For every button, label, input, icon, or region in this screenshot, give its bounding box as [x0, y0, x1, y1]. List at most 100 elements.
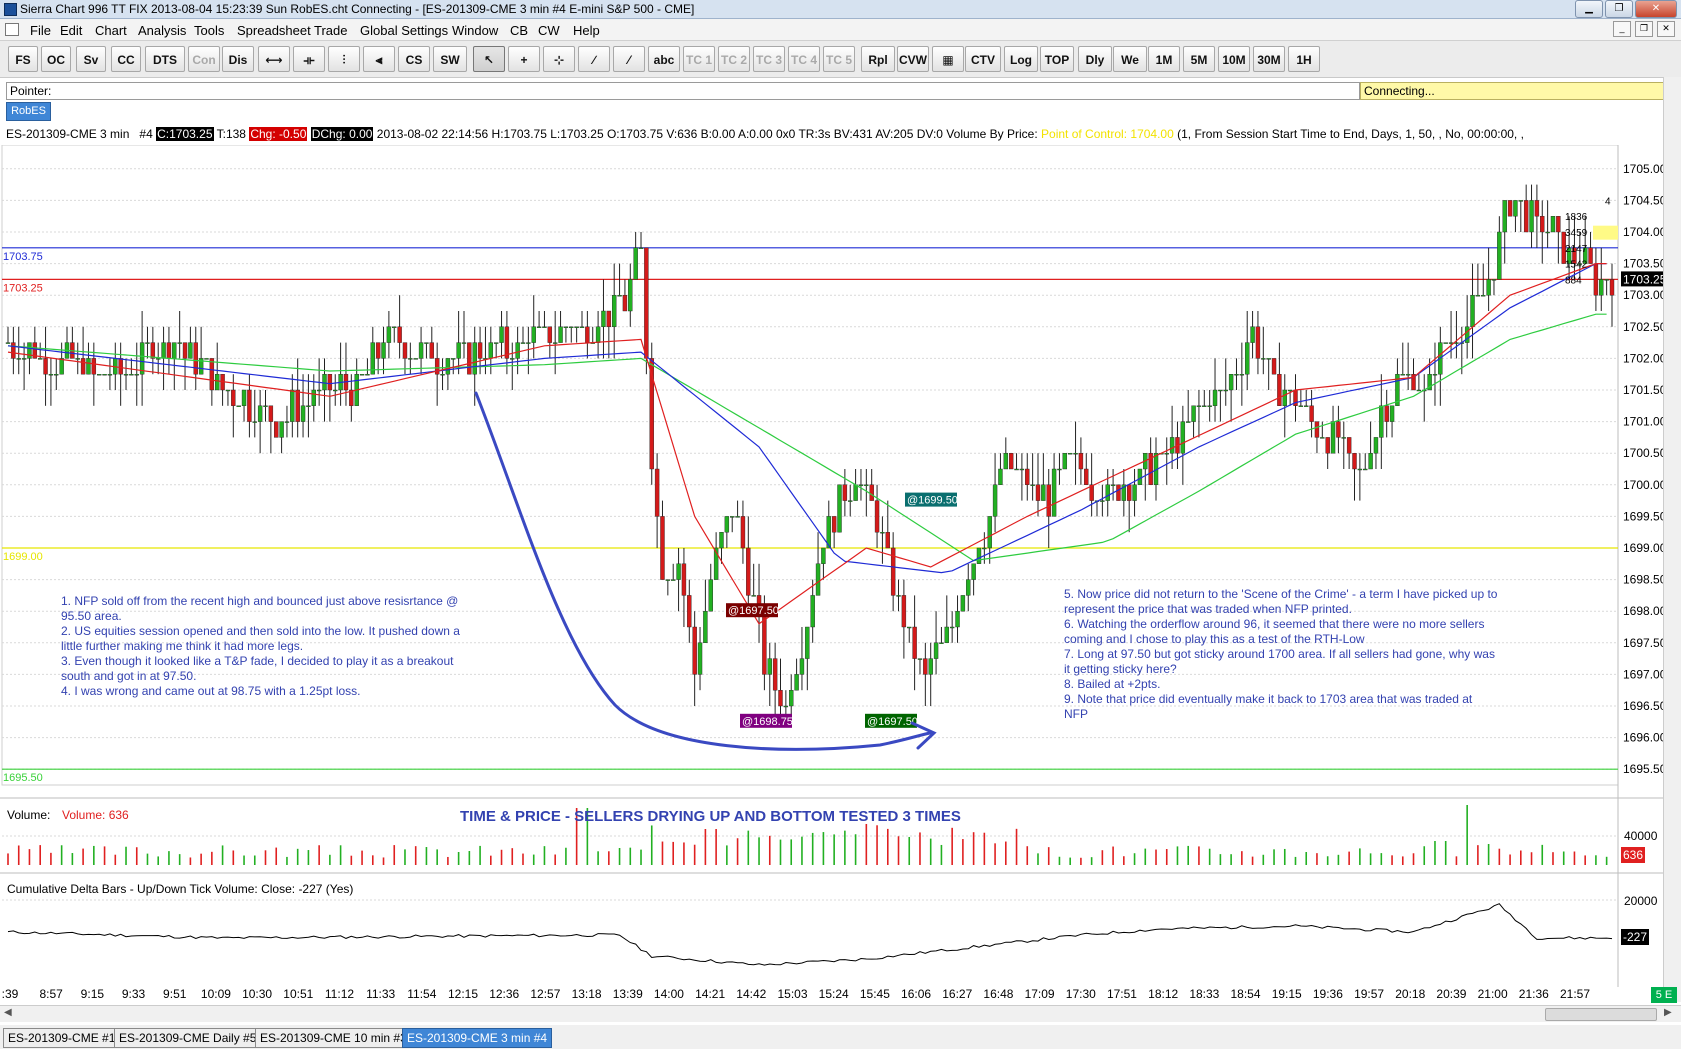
candle-body: [542, 326, 547, 329]
price-chart[interactable]: 1705.00 1704.50 1704.00 1703.50 1703.00 1702.…: [0, 145, 1663, 987]
toolbar-button-11[interactable]: CS: [398, 46, 430, 72]
toolbar-button-7[interactable]: ⟷: [258, 46, 290, 72]
candle-body: [574, 326, 579, 329]
toolbar-button-30[interactable]: Dly: [1078, 46, 1112, 72]
candle-body: [1266, 358, 1271, 360]
menu-help[interactable]: Help: [573, 23, 600, 38]
chart-tab-robes[interactable]: RobES: [6, 102, 51, 121]
toolbar-button-26[interactable]: ▦: [932, 46, 964, 72]
candle-body: [1239, 373, 1245, 376]
toolbar-button-6[interactable]: Dis: [222, 46, 254, 72]
candle-body: [569, 326, 574, 329]
candle-body: [730, 516, 735, 518]
toolbar-button-3[interactable]: CC: [111, 46, 141, 72]
toolbar-button-24[interactable]: Rpl: [861, 46, 895, 72]
toolbar-button-33[interactable]: 5M: [1183, 46, 1215, 72]
candle-body: [799, 658, 805, 675]
cumulative-delta-line: [7, 903, 1613, 966]
toolbar-button-2[interactable]: Sv: [76, 46, 106, 72]
order-marker-label: @1698.75: [742, 716, 793, 728]
scroll-thumb[interactable]: [1545, 1008, 1657, 1021]
toolbar-button-36[interactable]: 1H: [1288, 46, 1320, 72]
mdi-close-button[interactable]: ✕: [1657, 21, 1675, 37]
candle-body: [284, 421, 290, 423]
candle-body: [375, 342, 381, 359]
candle-body: [933, 642, 939, 659]
time-tick-label: 12:57: [530, 987, 561, 1001]
toolbar-button-1[interactable]: OC: [41, 46, 71, 72]
menu-window[interactable]: Window: [452, 23, 498, 38]
menu-edit[interactable]: Edit: [60, 23, 82, 38]
close-button[interactable]: ✕: [1635, 0, 1677, 18]
scroll-right-icon[interactable]: ▶: [1664, 1007, 1672, 1018]
toolbar-button-10[interactable]: ⫷: [363, 46, 395, 72]
toolbar-button-35[interactable]: 30M: [1253, 46, 1285, 72]
candle-body: [268, 405, 274, 422]
maximize-button[interactable]: ❐: [1605, 0, 1633, 18]
toolbar-button-8[interactable]: ⟛: [293, 46, 325, 72]
toolbar-button-20[interactable]: TC 2: [718, 46, 750, 72]
toolbar-button-34[interactable]: 10M: [1218, 46, 1250, 72]
toolbar-button-21[interactable]: TC 3: [753, 46, 785, 72]
toolbar-button-9[interactable]: ⫶: [328, 46, 360, 72]
scale-mode-indicator[interactable]: 5 E: [1651, 987, 1677, 1003]
candle-body: [1223, 389, 1228, 392]
toolbar-button-16[interactable]: ∕: [578, 46, 610, 72]
candle-body: [697, 642, 703, 675]
toolbar-button-5[interactable]: Con: [188, 46, 220, 72]
chart-tab-1[interactable]: ES-201309-CME #1: [3, 1028, 121, 1048]
toolbar-button-15[interactable]: ⊹: [543, 46, 575, 72]
menu-cw[interactable]: CW: [538, 23, 560, 38]
menu-analysis[interactable]: Analysis: [138, 23, 186, 38]
menu-cb[interactable]: CB: [510, 23, 528, 38]
toolbar-button-22[interactable]: TC 4: [788, 46, 820, 72]
candle-body: [783, 705, 789, 708]
vertical-scrollbar[interactable]: [1663, 77, 1681, 1002]
candle-body: [966, 579, 971, 596]
mdi-minimize-button[interactable]: _: [1613, 21, 1631, 37]
mdi-restore-button[interactable]: ❐: [1635, 21, 1653, 37]
minimize-button[interactable]: ▁: [1575, 0, 1603, 18]
menu-file[interactable]: File: [30, 23, 51, 38]
candle-body: [789, 690, 794, 707]
toolbar-button-27[interactable]: CTV: [965, 46, 1001, 72]
toolbar-button-14[interactable]: +: [508, 46, 540, 72]
toolbar-button-23[interactable]: TC 5: [823, 46, 855, 72]
toolbar-button-32[interactable]: 1M: [1148, 46, 1180, 72]
chart-tab-4[interactable]: ES-201309-CME 3 min #4: [402, 1028, 553, 1048]
price-tick-label: 1697.00: [1623, 667, 1663, 681]
time-tick-label: 19:57: [1354, 987, 1385, 1001]
candle-body: [864, 484, 869, 486]
chart-tab-3[interactable]: ES-201309-CME 10 min #3: [255, 1028, 412, 1048]
toolbar-button-12[interactable]: SW: [433, 46, 467, 72]
toolbar-button-4[interactable]: DTS: [145, 46, 185, 72]
toolbar-button-29[interactable]: TOP: [1040, 46, 1074, 72]
candle-body: [1105, 484, 1110, 501]
menu-tools[interactable]: Tools: [194, 23, 224, 38]
toolbar-button-17[interactable]: ⁄: [613, 46, 645, 72]
chart-tab-2[interactable]: ES-201309-CME Daily #5: [114, 1028, 262, 1048]
candle-body: [241, 389, 247, 407]
candle-body: [1014, 468, 1019, 471]
toolbar-button-31[interactable]: We: [1113, 46, 1147, 72]
menu-trade[interactable]: Trade: [314, 23, 347, 38]
menu-spreadsheet[interactable]: Spreadsheet: [237, 23, 311, 38]
candle-body: [746, 547, 751, 596]
time-tick-label: 13:39: [612, 987, 643, 1001]
candle-body: [1540, 215, 1545, 233]
candle-body: [1609, 279, 1615, 296]
toolbar-button-25[interactable]: CVW: [897, 46, 929, 72]
scroll-left-icon[interactable]: ◀: [4, 1007, 12, 1018]
toolbar-button-13[interactable]: ↖: [473, 46, 505, 72]
candle-body: [386, 326, 392, 343]
menu-chart[interactable]: Chart: [95, 23, 127, 38]
chart-info-line: ES-201309-CME 3 min #4 C:1703.25 T:138 C…: [6, 127, 1524, 141]
horizontal-scrollbar[interactable]: ◀ ▶: [0, 1005, 1681, 1022]
candle-body: [43, 358, 48, 375]
toolbar-button-18[interactable]: abc: [648, 46, 680, 72]
menu-global-settings[interactable]: Global Settings: [360, 23, 448, 38]
toolbar-button-0[interactable]: FS: [8, 46, 38, 72]
toolbar-button-19[interactable]: TC 1: [683, 46, 715, 72]
toolbar-button-28[interactable]: Log: [1004, 46, 1038, 72]
candle-body: [397, 326, 402, 343]
